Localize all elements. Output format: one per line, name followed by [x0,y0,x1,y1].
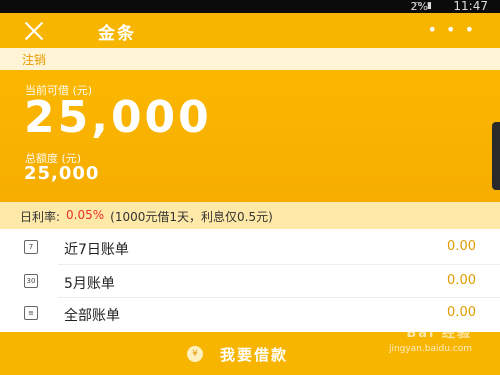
available-amount: 25,000 [24,92,212,143]
notice-bar[interactable]: 注销 [0,48,500,70]
credit-panel: 当前可借 (元) 25,000 总额度 (元) 25,000 [0,70,500,202]
watermark-url: jingyan.baidu.com [388,344,472,354]
calendar-icon: 7 [24,240,38,254]
status-bar: ◠ ▮ 2% 11:47 [0,0,500,13]
clock: 11:47 [453,0,488,13]
battery-level: 2% [410,0,428,13]
more-icon[interactable]: • • • [428,22,476,38]
rate-label: 日利率: [20,210,61,224]
bill-amount: 0.00 [447,273,476,288]
bill-item-may[interactable]: 30 5月账单 0.00 [0,265,500,297]
scroll-handle [492,122,500,190]
rate-value: 0.05% [66,208,105,222]
bill-amount: 0.00 [447,305,476,320]
watermark-logo: Bai 经验 [406,326,472,341]
list-icon: ≡ [24,306,38,320]
rate-bar: 日利率: 0.05% (1000元借1天，利息仅0.5元) [0,202,500,229]
bill-name: 近7日账单 [64,242,129,258]
rate-note: (1000元借1天，利息仅0.5元) [110,210,273,224]
title-bar: 金条 • • • [0,13,500,48]
page-title: 金条 [98,24,136,44]
calendar-month-icon: 30 [24,274,38,288]
borrow-label: 我要借款 [220,346,289,364]
notice-text: 注销 [22,53,47,67]
bill-name: 5月账单 [64,276,115,292]
bill-amount: 0.00 [447,239,476,254]
bill-list: 7 近7日账单 0.00 30 5月账单 0.00 ≡ 全部账单 0.00 [0,229,500,332]
bill-item-recent-7-days[interactable]: 7 近7日账单 0.00 [0,231,500,263]
close-icon[interactable] [24,21,44,41]
bill-name: 全部账单 [64,308,120,324]
yuan-icon: ¥ [187,346,203,362]
total-amount: 25,000 [24,163,100,184]
watermark: Bai 经验 jingyan.baidu.com [382,322,472,362]
